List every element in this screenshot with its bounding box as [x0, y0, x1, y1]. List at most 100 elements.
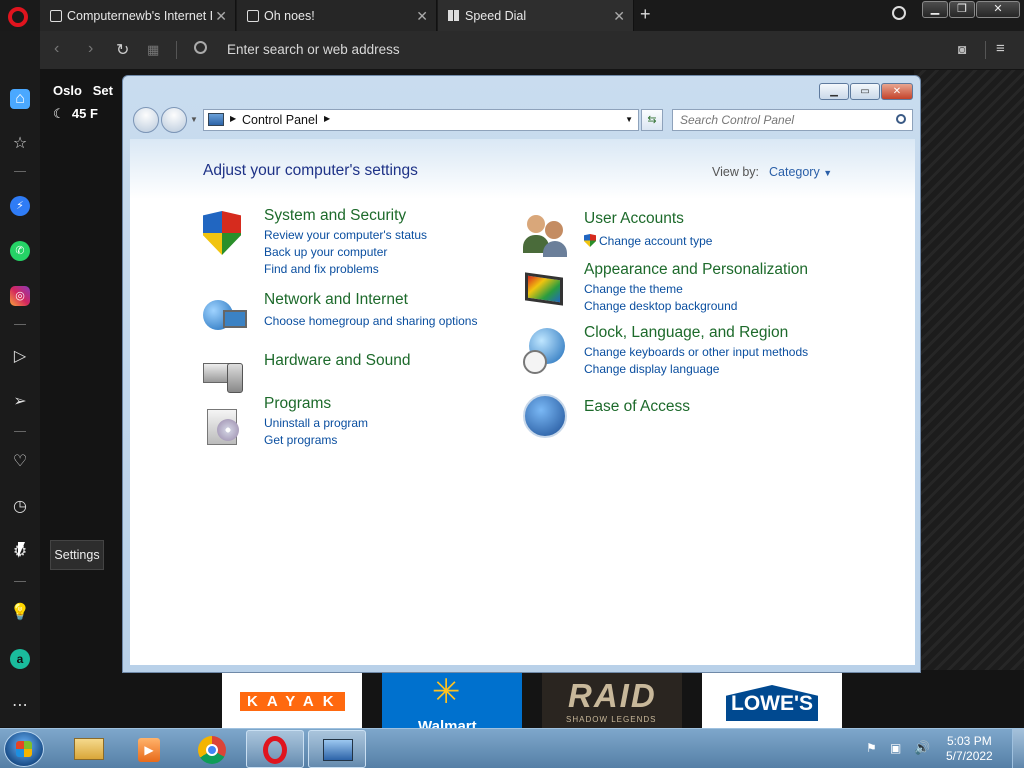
close-button[interactable]: ✕ — [976, 1, 1020, 18]
get-programs-link[interactable]: Get programs — [264, 432, 368, 449]
reload-icon[interactable]: ↻ — [116, 40, 129, 60]
network-internet-link[interactable]: Network and Internet — [264, 291, 477, 309]
backup-link[interactable]: Back up your computer — [264, 244, 427, 261]
review-status-link[interactable]: Review your computer's status — [264, 227, 427, 244]
send-icon[interactable]: ➢ — [10, 392, 30, 412]
close-icon[interactable]: ✕ — [215, 8, 227, 25]
tab-oh-noes[interactable]: Oh noes! ✕ — [237, 0, 437, 31]
instagram-icon[interactable]: ◎ — [10, 286, 30, 306]
back-button[interactable] — [133, 107, 159, 133]
breadcrumb-arrow-icon[interactable]: ▶ — [230, 114, 236, 123]
forward-button[interactable] — [161, 107, 187, 133]
view-by-dropdown[interactable]: Category ▼ — [769, 165, 832, 179]
start-button[interactable] — [4, 731, 44, 767]
close-button[interactable]: ✕ — [881, 83, 913, 100]
appearance-monitor-icon[interactable] — [523, 269, 569, 315]
speed-dial-raid[interactable]: RAID SHADOW LEGENDS — [542, 673, 682, 728]
change-theme-link[interactable]: Change the theme — [584, 281, 808, 298]
printer-speaker-icon[interactable] — [203, 351, 249, 397]
action-center-flag-icon[interactable]: ⚑ — [866, 741, 877, 755]
appearance-link[interactable]: Appearance and Personalization — [584, 261, 808, 279]
lightbulb-icon[interactable]: 💡 — [10, 603, 30, 623]
control-panel-taskbar-button[interactable] — [308, 730, 366, 768]
refresh-button[interactable]: ⇆ — [641, 109, 663, 131]
tab-computernewb[interactable]: Computernewb's Internet F ✕ — [40, 0, 236, 31]
system-clock[interactable]: 5:03 PM 5/7/2022 — [946, 734, 993, 764]
chrome-icon — [198, 736, 226, 764]
volume-icon[interactable]: 🔊 — [914, 740, 930, 756]
explorer-taskbar-button[interactable] — [60, 730, 118, 768]
speed-dial-kayak[interactable]: KAYAK — [222, 673, 362, 728]
whatsapp-icon[interactable]: ✆ — [10, 241, 30, 261]
close-icon[interactable]: ✕ — [613, 8, 625, 25]
kayak-logo-text: KAYAK — [240, 692, 345, 711]
opera-taskbar-button[interactable] — [246, 730, 304, 768]
user-accounts-link[interactable]: User Accounts — [584, 210, 712, 228]
minimize-button[interactable]: ▁ — [922, 1, 948, 18]
walmart-spark-icon: ✳ — [432, 673, 461, 711]
chrome-taskbar-button[interactable] — [184, 730, 242, 768]
network-globe-icon[interactable] — [203, 296, 249, 342]
media-player-taskbar-button[interactable]: ▶ — [120, 730, 178, 768]
programs-disc-icon[interactable] — [203, 403, 249, 449]
find-fix-problems-link[interactable]: Find and fix problems — [264, 261, 427, 278]
home-icon[interactable]: ⌂ — [10, 89, 30, 109]
new-tab-button[interactable]: + — [640, 4, 651, 25]
heart-icon[interactable]: ♡ — [10, 452, 30, 472]
messenger-icon[interactable]: ⚡ — [10, 196, 30, 216]
history-icon[interactable]: ◷ — [10, 497, 30, 517]
minimize-button[interactable]: ▁ — [819, 83, 849, 100]
bookmark-icon[interactable]: ☆ — [10, 134, 30, 154]
page-icon — [247, 9, 259, 22]
taskbar: ▶ ⚑ ▣ 🔊 5:03 PM 5/7/2022 — [0, 728, 1024, 768]
ease-of-access-link[interactable]: Ease of Access — [584, 398, 690, 416]
maximize-button[interactable]: ▭ — [850, 83, 880, 100]
divider — [14, 431, 26, 432]
camera-icon[interactable]: ◙ — [958, 41, 966, 57]
clock-globe-icon[interactable] — [523, 328, 569, 374]
change-keyboards-link[interactable]: Change keyboards or other input methods — [584, 344, 808, 361]
opera-menu-icon[interactable] — [8, 7, 28, 27]
tab-search-icon[interactable] — [892, 6, 906, 20]
cp-address-bar[interactable]: ▶ Control Panel ▶ ▼ — [203, 109, 639, 131]
change-account-type-link[interactable]: Change account type — [599, 234, 712, 248]
forward-icon[interactable]: › — [88, 40, 93, 58]
aria-icon[interactable]: a — [10, 649, 30, 669]
show-desktop-button[interactable] — [1012, 729, 1024, 768]
user-accounts-icon[interactable] — [523, 213, 569, 259]
address-input[interactable]: Enter search or web address — [227, 42, 400, 57]
clock-language-region-link[interactable]: Clock, Language, and Region — [584, 324, 808, 342]
more-icon[interactable]: ⋯ — [10, 696, 30, 716]
divider — [176, 41, 177, 59]
change-background-link[interactable]: Change desktop background — [584, 298, 808, 315]
ease-of-access-icon[interactable] — [523, 394, 569, 440]
grid-icon[interactable]: ▦ — [147, 42, 159, 58]
back-icon[interactable]: ‹ — [54, 40, 59, 58]
uninstall-program-link[interactable]: Uninstall a program — [264, 415, 368, 432]
address-dropdown-icon[interactable]: ▼ — [625, 115, 633, 124]
breadcrumb-arrow-icon[interactable]: ▶ — [324, 114, 330, 123]
recent-pages-dropdown[interactable]: ▼ — [190, 115, 198, 124]
close-icon[interactable]: ✕ — [416, 8, 428, 25]
tab-speed-dial[interactable]: Speed Dial ✕ — [438, 0, 634, 31]
opera-sidebar: ⌂ ☆ ⚡ ✆ ◎ ▷ ➢ ♡ ◷ ⚙ 💡 a ⋯ — [0, 31, 40, 727]
speed-dial-walmart[interactable]: ✳ Walmart — [382, 673, 522, 728]
cp-navigation: ▼ — [133, 107, 198, 133]
player-icon[interactable]: ▷ — [10, 347, 30, 367]
address-bar: ‹ › ↻ ▦ Enter search or web address ◙ ≡ — [40, 31, 1024, 69]
search-placeholder: Search Control Panel — [680, 113, 795, 127]
shield-icon[interactable] — [203, 211, 249, 257]
programs-link[interactable]: Programs — [264, 395, 368, 413]
system-security-link[interactable]: System and Security — [264, 207, 427, 225]
search-input[interactable]: Search Control Panel — [672, 109, 913, 131]
breadcrumb[interactable]: Control Panel — [242, 113, 318, 127]
change-display-language-link[interactable]: Change display language — [584, 361, 808, 378]
hardware-sound-link[interactable]: Hardware and Sound — [264, 352, 411, 370]
restore-button[interactable]: ❐ — [949, 1, 975, 18]
homegroup-link[interactable]: Choose homegroup and sharing options — [264, 313, 477, 330]
weather-set-link[interactable]: Set — [93, 83, 113, 98]
speed-dial-lowes[interactable]: LOWE'S — [702, 673, 842, 728]
search-icon[interactable] — [896, 114, 906, 124]
network-icon[interactable]: ▣ — [890, 741, 901, 755]
easy-setup-icon[interactable]: ≡ — [996, 40, 1005, 57]
